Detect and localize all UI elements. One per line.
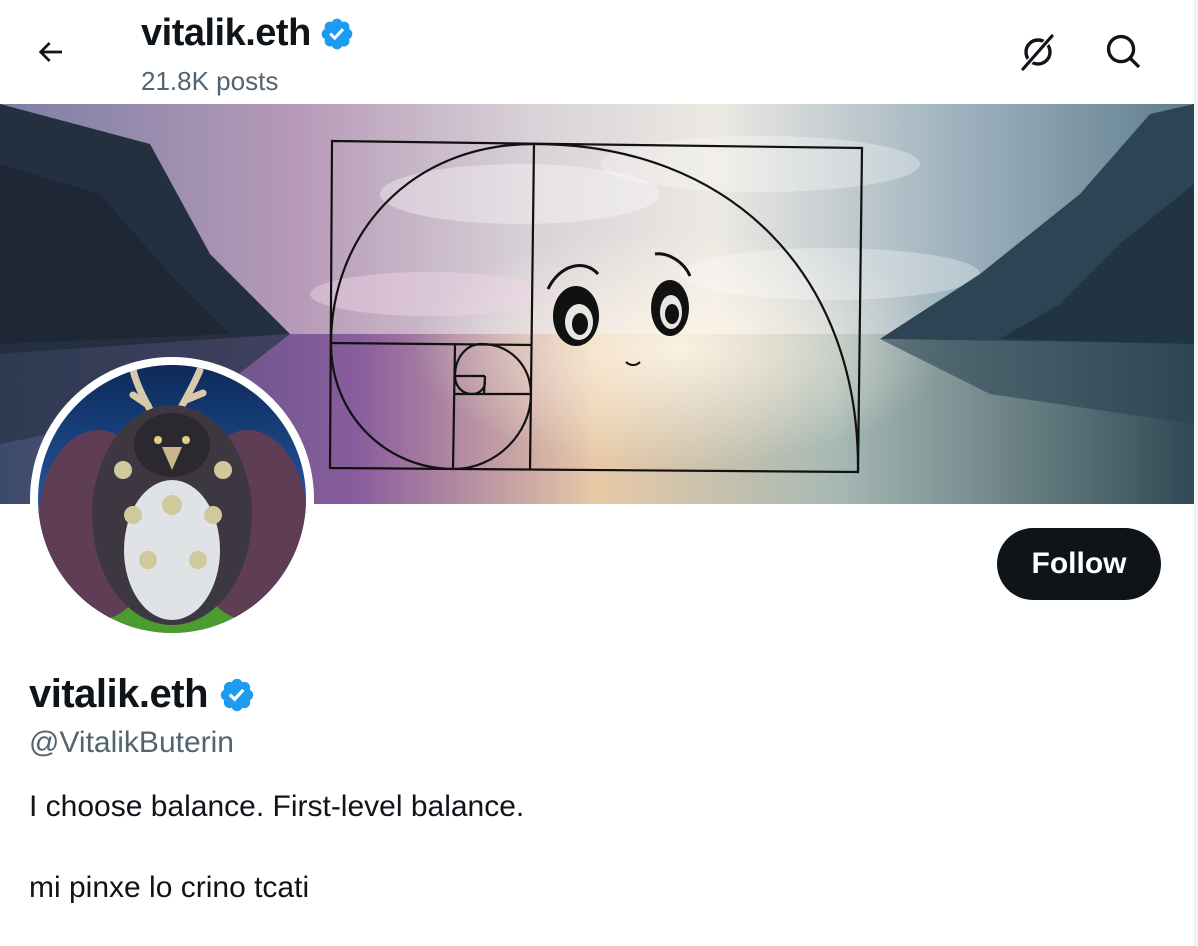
bio-line-2: mi pinxe lo crino tcati bbox=[29, 871, 310, 904]
avatar-image bbox=[38, 365, 306, 633]
posts-count: 21.8K posts bbox=[141, 66, 279, 96]
verified-badge-icon bbox=[321, 18, 353, 49]
search-button[interactable] bbox=[1096, 24, 1152, 80]
verified-badge-icon[interactable] bbox=[218, 676, 256, 714]
scrollbar-track bbox=[1194, 0, 1198, 946]
grok-button[interactable] bbox=[1010, 24, 1066, 80]
avatar[interactable] bbox=[30, 357, 314, 641]
arrow-left-icon bbox=[38, 42, 62, 62]
grok-icon bbox=[1020, 34, 1055, 71]
profile-header: vitalik.eth 21.8K posts bbox=[0, 0, 1194, 104]
back-button[interactable] bbox=[24, 26, 76, 78]
header-title: vitalik.eth bbox=[141, 12, 355, 55]
follow-button[interactable]: Follow bbox=[997, 528, 1161, 600]
profile-handle: @VitalikButerin bbox=[29, 726, 234, 759]
search-icon bbox=[1106, 34, 1141, 69]
profile-display-name: vitalik.eth bbox=[29, 672, 209, 716]
profile-name: vitalik.eth bbox=[29, 672, 256, 717]
header-name: vitalik.eth bbox=[141, 12, 311, 54]
bio-line-1: I choose balance. First-level balance. bbox=[29, 790, 525, 823]
